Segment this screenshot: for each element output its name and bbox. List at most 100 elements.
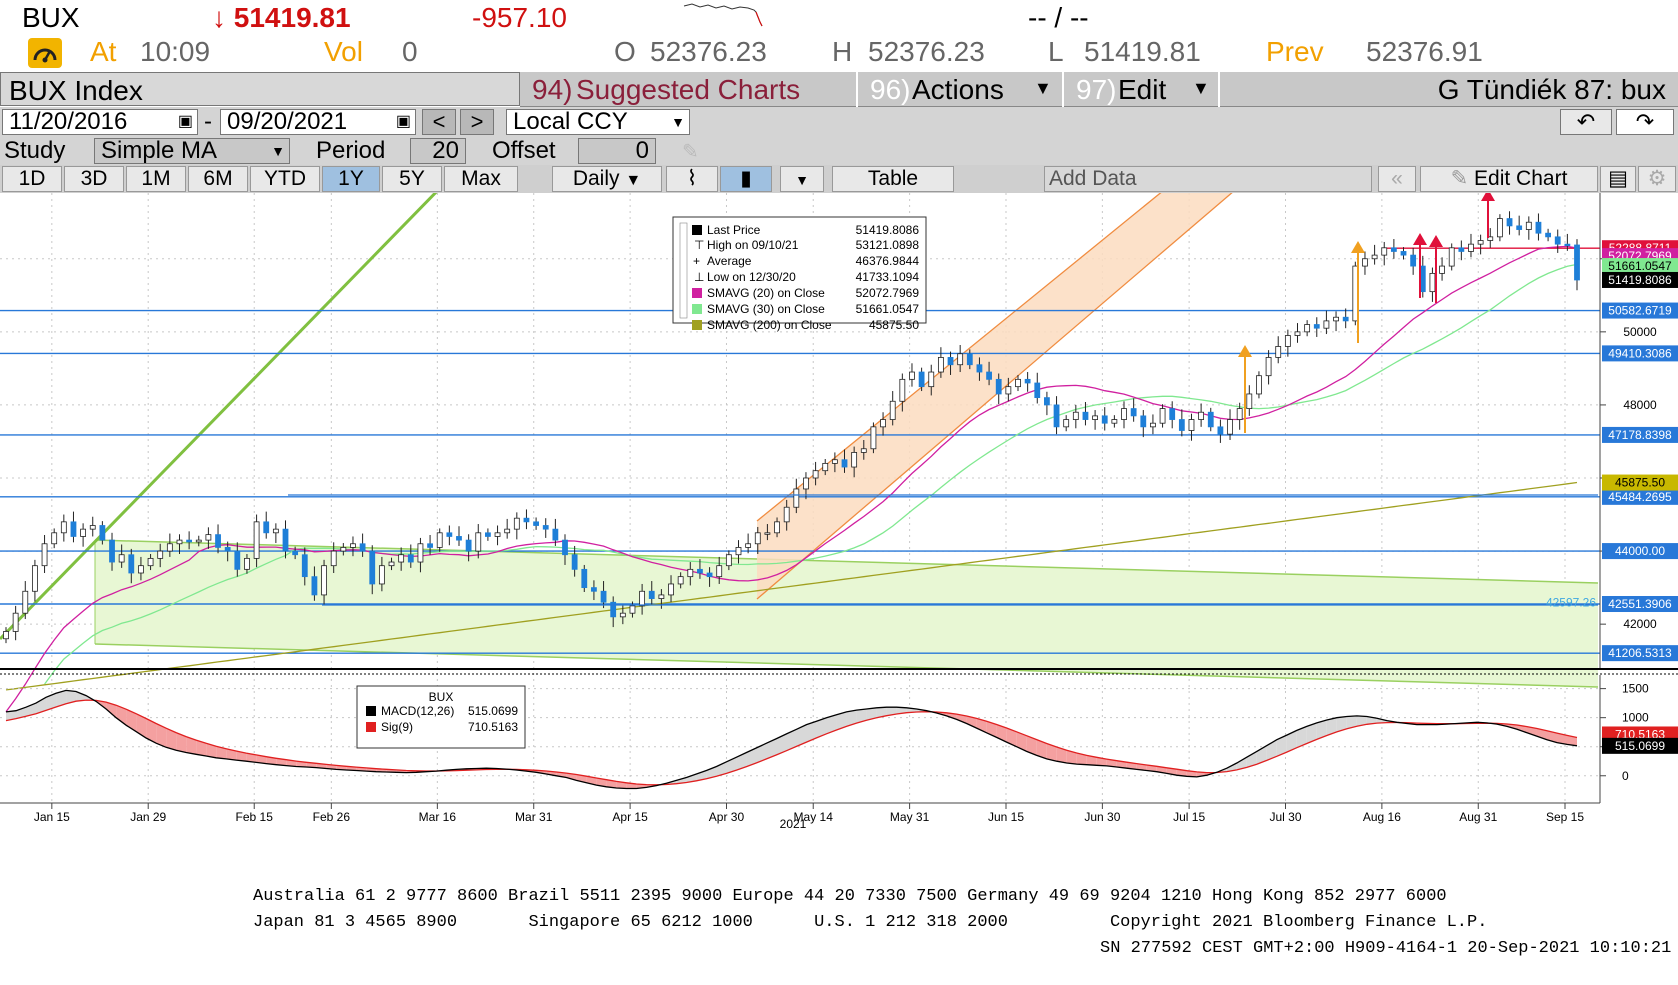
suggested-charts-label: Suggested Charts [576, 74, 801, 105]
offset-value: 0 [635, 137, 649, 164]
candle [1284, 335, 1291, 347]
candle [1554, 236, 1561, 245]
price-chart[interactable]: 42000440004800050000 52288.871150582.671… [0, 193, 1678, 833]
range-button-1y[interactable]: 1Y [322, 166, 380, 192]
add-data-input[interactable]: Add Data [1044, 166, 1372, 192]
candle [99, 525, 106, 541]
range-button-5y[interactable]: 5Y [382, 166, 442, 192]
candle [1082, 411, 1089, 420]
edit-menu[interactable]: 97) Edit ▼ [1064, 72, 1218, 107]
level-label: 47178.8398 [1608, 428, 1672, 442]
calendar-icon[interactable]: ▣ [178, 110, 193, 134]
candle [359, 543, 366, 552]
candle [436, 532, 443, 548]
range-button-ytd[interactable]: YTD [250, 166, 320, 192]
candle [976, 364, 983, 373]
suggested-charts-button[interactable]: 94) Suggested Charts [520, 72, 856, 107]
candle [870, 426, 877, 450]
candle [1516, 225, 1523, 230]
candle [475, 532, 482, 552]
candle [1159, 408, 1166, 424]
macd-legend: BUX MACD(12,26) 515.0699 Sig(9) 710.5163 [356, 685, 526, 749]
candle [51, 532, 58, 545]
end-date-input[interactable]: 09/20/2021 ▣ [220, 109, 416, 135]
legend-avg-value: 46376.9844 [856, 254, 920, 268]
at-label: At [90, 36, 117, 67]
gear-icon[interactable]: ⚙ [1638, 166, 1676, 192]
legend-high-value: 53121.0898 [856, 238, 920, 252]
x-tick-label: Apr 30 [709, 810, 745, 824]
chart-type-dropdown[interactable]: ▼ [780, 166, 824, 192]
security-field[interactable]: BUX Index [0, 72, 520, 106]
candle [301, 554, 308, 578]
range-button-3d[interactable]: 3D [64, 166, 124, 192]
calendar-icon[interactable]: ▣ [396, 110, 411, 134]
ticker: BUX [22, 2, 80, 33]
candle [1564, 243, 1571, 247]
menu-number: 96) [870, 74, 911, 105]
candle [1545, 232, 1551, 238]
candle [109, 539, 115, 563]
currency-select[interactable]: Local CCY ▼ [506, 109, 690, 135]
date-separator: - [204, 108, 212, 135]
level-label: 49410.3086 [1608, 346, 1672, 360]
candle [138, 565, 144, 574]
frequency-select[interactable]: Daily ▼ [552, 166, 662, 192]
range-button-6m[interactable]: 6M [188, 166, 248, 192]
undo-icon[interactable]: ↶ [1560, 109, 1612, 135]
candle [1227, 419, 1233, 435]
menu-number: 97) [1076, 74, 1117, 105]
candle [1121, 408, 1127, 420]
candle-chart-icon[interactable]: ▮ [720, 166, 772, 192]
range-button-1m[interactable]: 1M [126, 166, 186, 192]
candle [205, 534, 212, 541]
study-select[interactable]: Simple MA ▼ [94, 138, 290, 164]
candle [224, 547, 231, 552]
edit-chart-button[interactable]: ✎ Edit Chart [1420, 166, 1598, 192]
candle [369, 550, 376, 585]
candle [330, 550, 337, 567]
candle [118, 554, 125, 563]
candle [831, 459, 838, 464]
candle [128, 554, 135, 574]
candle [851, 452, 858, 468]
candle [1005, 386, 1012, 395]
period-input[interactable]: 20 [410, 138, 466, 164]
range-button-1d[interactable]: 1D [2, 166, 62, 192]
candle [600, 590, 607, 603]
candle [263, 521, 270, 534]
candle [427, 543, 433, 548]
frequency-value: Daily [572, 167, 620, 190]
line-chart-icon[interactable]: ⌇ [666, 166, 718, 192]
actions-menu[interactable]: 96) Actions ▼ [858, 72, 1062, 107]
start-date-input[interactable]: 11/20/2016 ▣ [2, 109, 198, 135]
x-tick-label: Jul 30 [1269, 810, 1301, 824]
redo-icon[interactable]: ↷ [1616, 109, 1674, 135]
candle [841, 459, 848, 468]
pencil-icon[interactable]: ✎ [682, 139, 699, 164]
prev-period-button[interactable]: < [422, 109, 456, 135]
candle [533, 521, 539, 526]
chart-settings-icon[interactable]: ▤ [1600, 166, 1636, 192]
candle [937, 357, 944, 373]
collapse-icon[interactable]: « [1378, 166, 1416, 192]
study-value: Simple MA [101, 137, 218, 164]
last-price: ↓ 51419.81 [212, 2, 351, 33]
speedometer-icon[interactable] [28, 38, 62, 68]
candle [1140, 415, 1147, 428]
candle [513, 517, 520, 530]
candle [1342, 316, 1349, 322]
candle [1506, 218, 1513, 227]
candle [774, 521, 780, 534]
candle [186, 539, 193, 543]
candle [1111, 419, 1118, 424]
table-button[interactable]: Table [832, 166, 954, 192]
right-label: 51661.0547 [1608, 259, 1672, 273]
sparkline [683, 3, 763, 27]
offset-input[interactable]: 0 [578, 138, 656, 164]
candle [340, 547, 347, 552]
macd-y-ticks: 010001500710.5163515.0699 [1600, 682, 1678, 783]
candle [1169, 408, 1176, 420]
next-period-button[interactable]: > [460, 109, 494, 135]
range-button-max[interactable]: Max [444, 166, 518, 192]
